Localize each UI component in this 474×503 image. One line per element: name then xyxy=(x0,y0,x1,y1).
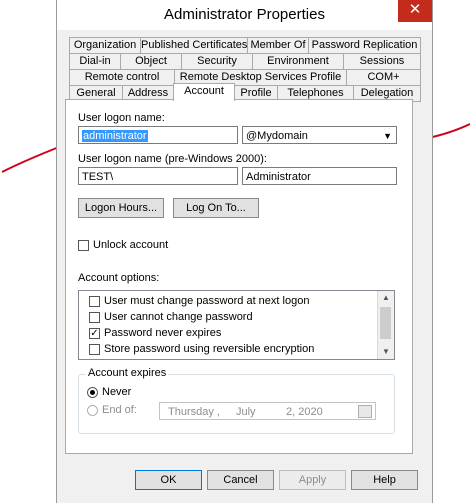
option-must-change-password[interactable]: User must change password at next logon xyxy=(89,295,309,307)
dialog-footer: OK Cancel Apply Help xyxy=(57,462,432,503)
checkbox-icon xyxy=(78,239,89,251)
chevron-down-icon: ▼ xyxy=(383,131,392,141)
pre2000-name-input[interactable]: Administrator xyxy=(242,167,397,185)
tab-remote-control[interactable]: Remote control xyxy=(69,69,175,86)
pre2000-label: User logon name (pre-Windows 2000): xyxy=(78,153,267,165)
account-options-label: Account options: xyxy=(78,272,160,284)
end-of-radio[interactable]: End of: xyxy=(87,404,137,416)
tab-published-certificates[interactable]: Published Certificates xyxy=(140,37,248,54)
log-on-to-button[interactable]: Log On To... xyxy=(173,198,259,218)
account-options-list: User must change password at next logon … xyxy=(78,290,395,360)
unlock-account-checkbox[interactable]: Unlock account xyxy=(78,239,168,251)
pre2000-domain-field: TEST\ xyxy=(78,167,238,185)
logon-name-label: User logon name: xyxy=(78,112,165,124)
ok-button[interactable]: OK xyxy=(135,470,202,490)
account-expires-group: Account expires Never End of: Thursday ,… xyxy=(78,367,395,434)
logon-hours-button[interactable]: Logon Hours... xyxy=(78,198,164,218)
options-scrollbar[interactable]: ▲ ▼ xyxy=(377,291,394,359)
domain-value: @Mydomain xyxy=(246,130,308,142)
date-day-year: 2, 2020 xyxy=(286,406,323,418)
tab-row-2: Dial-in Object Security Environment Sess… xyxy=(69,53,421,70)
properties-dialog: Administrator Properties ✕ Organization … xyxy=(56,0,433,503)
cancel-button[interactable]: Cancel xyxy=(207,470,274,490)
scroll-thumb[interactable] xyxy=(380,307,391,339)
logon-name-input[interactable]: administrator xyxy=(78,126,238,144)
tab-account[interactable]: Account xyxy=(173,83,235,101)
option-label: User must change password at next logon xyxy=(104,295,310,307)
calendar-icon[interactable] xyxy=(358,405,372,418)
date-weekday: Thursday , xyxy=(168,406,220,418)
title-bar: Administrator Properties ✕ xyxy=(57,0,432,30)
tab-password-replication[interactable]: Password Replication xyxy=(308,37,421,54)
help-button[interactable]: Help xyxy=(351,470,418,490)
window-title: Administrator Properties xyxy=(164,6,325,23)
domain-select[interactable]: @Mydomain ▼ xyxy=(242,126,397,144)
tab-object[interactable]: Object xyxy=(120,53,182,70)
tab-com-plus[interactable]: COM+ xyxy=(346,69,421,86)
option-password-never-expires[interactable]: ✓ Password never expires xyxy=(89,327,221,339)
option-label: Store password using reversible encrypti… xyxy=(104,343,315,355)
apply-button[interactable]: Apply xyxy=(279,470,346,490)
checkbox-icon xyxy=(89,311,100,323)
scroll-down-icon[interactable]: ▼ xyxy=(378,345,394,359)
tab-environment[interactable]: Environment xyxy=(252,53,344,70)
checkbox-icon xyxy=(89,295,100,307)
unlock-account-label: Unlock account xyxy=(93,239,169,251)
tab-row-1: Organization Published Certificates Memb… xyxy=(69,37,421,54)
checkbox-icon xyxy=(89,343,100,355)
end-of-label: End of: xyxy=(102,404,137,416)
option-label: User cannot change password xyxy=(104,311,253,323)
account-expires-label: Account expires xyxy=(86,367,169,379)
tab-sessions[interactable]: Sessions xyxy=(343,53,421,70)
option-cannot-change-password[interactable]: User cannot change password xyxy=(89,311,253,323)
tab-organization[interactable]: Organization xyxy=(69,37,141,54)
never-radio[interactable]: Never xyxy=(87,386,131,398)
tab-dial-in[interactable]: Dial-in xyxy=(69,53,121,70)
date-month: July xyxy=(236,406,256,418)
close-icon[interactable]: ✕ xyxy=(398,0,432,22)
tab-row-3: Remote control Remote Desktop Services P… xyxy=(69,69,421,86)
checkmark-icon: ✓ xyxy=(89,327,100,339)
logon-name-value: administrator xyxy=(82,130,148,142)
account-panel: User logon name: administrator @Mydomain… xyxy=(65,99,413,454)
radio-selected-icon xyxy=(87,386,98,398)
tab-security[interactable]: Security xyxy=(181,53,253,70)
scroll-up-icon[interactable]: ▲ xyxy=(378,291,394,305)
end-date-picker[interactable]: Thursday , July 2, 2020 xyxy=(159,402,376,420)
tab-member-of[interactable]: Member Of xyxy=(247,37,309,54)
option-reversible-encryption[interactable]: Store password using reversible encrypti… xyxy=(89,343,314,355)
radio-icon xyxy=(87,404,98,416)
never-label: Never xyxy=(102,386,132,398)
option-label: Password never expires xyxy=(104,327,222,339)
